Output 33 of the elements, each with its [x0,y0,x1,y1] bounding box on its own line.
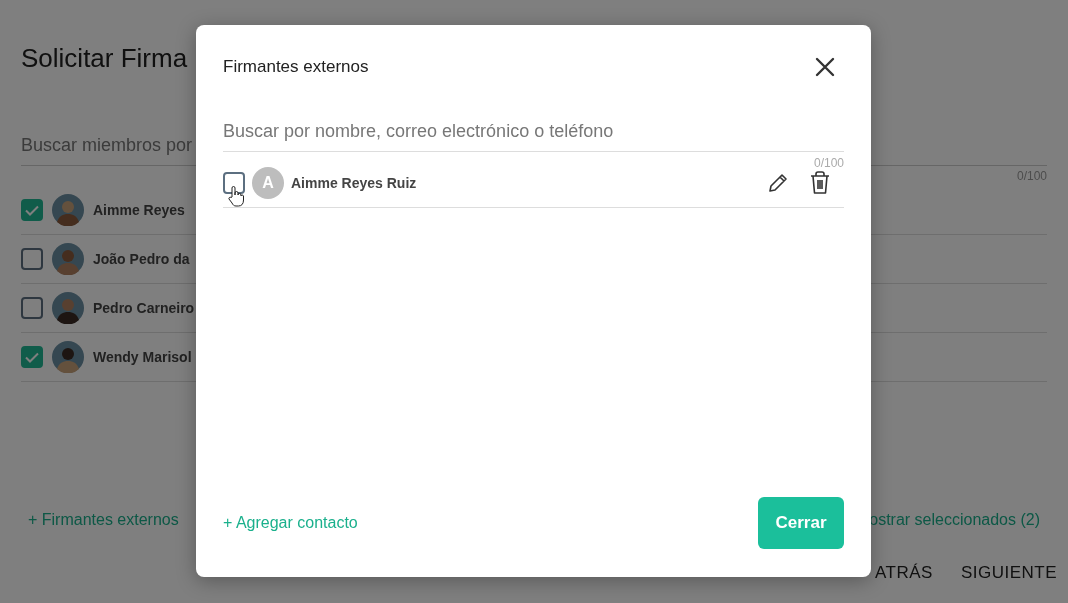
contact-name: Aimme Reyes Ruiz [291,173,417,193]
check-icon [25,204,39,216]
page-title: Solicitar Firma [21,42,188,75]
search-field[interactable]: Buscar por nombre, correo electrónico o teléfono [223,112,844,152]
action-button[interactable]: ATRÁS [874,563,933,583]
check-icon [25,351,39,363]
avatar-icon [52,194,84,226]
trash-icon [810,171,830,195]
dialog-title: Firmantes externos [223,56,369,78]
avatar-icon [52,341,84,373]
close-button[interactable]: Cerrar [758,497,844,549]
checkbox[interactable] [21,346,43,368]
action-button[interactable]: SIGUIENTE [960,563,1057,583]
pencil-icon [767,172,789,194]
member-name: Wendy Marisol [93,347,192,367]
checkbox[interactable] [21,248,43,270]
member-name: João Pedro da [93,249,190,269]
edit-button[interactable] [767,172,789,194]
member-name: Pedro Carneiro [93,298,195,318]
checkbox[interactable] [21,297,43,319]
show-selected-link[interactable]: ostrar seleccionados (2) [869,508,1040,532]
close-button[interactable] [815,57,835,77]
checkbox[interactable] [21,199,43,221]
delete-button[interactable] [810,171,830,195]
hand-cursor-icon [228,185,244,207]
add-contact-link[interactable]: + Agregar contacto [223,511,358,535]
close-icon [815,57,835,77]
add-external-link[interactable]: + Firmantes externos [28,508,179,532]
avatar-icon [52,292,84,324]
character-counter: 0/100 [813,156,844,170]
avatar: A [252,167,284,199]
avatar-icon [52,243,84,275]
member-name: Aimme Reyes [93,200,185,220]
